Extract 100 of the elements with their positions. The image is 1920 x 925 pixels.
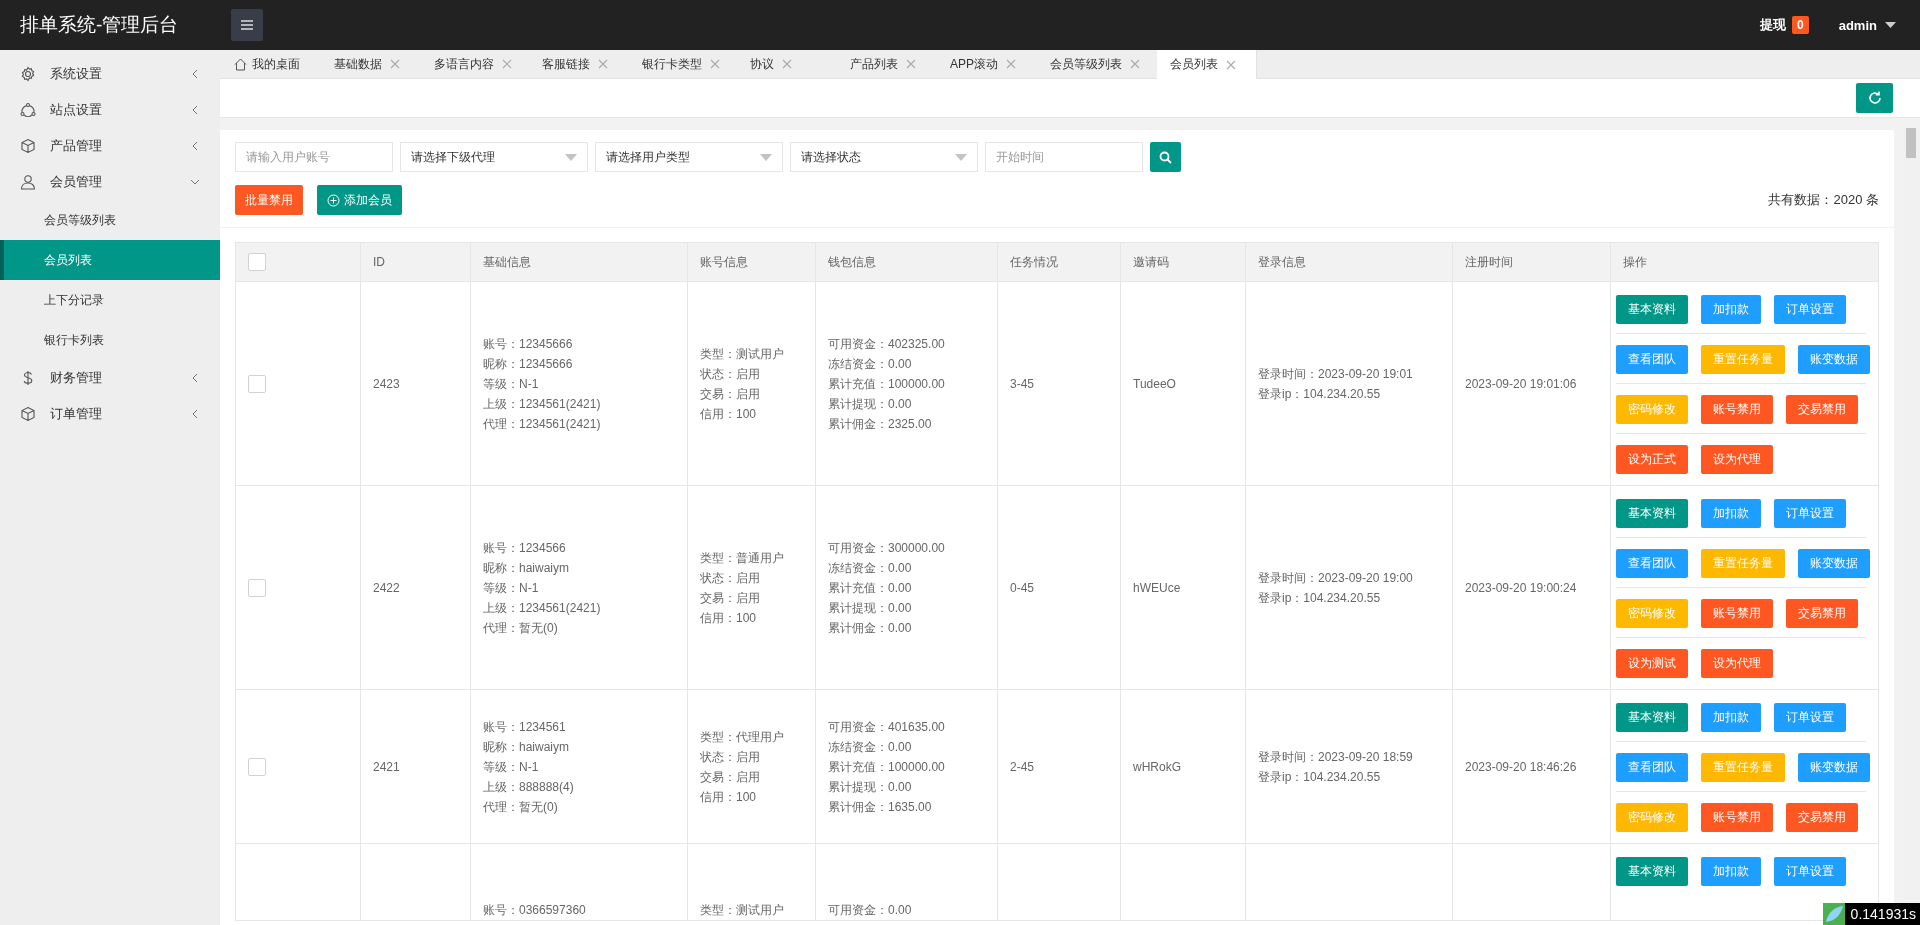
close-icon[interactable] [598,59,608,69]
action-button[interactable]: 账变数据 [1798,344,1870,374]
tab[interactable]: 协议 [737,50,837,78]
info-line: 累计佣金：1635.00 [828,798,933,816]
action-button[interactable]: 查看团队 [1616,344,1688,374]
action-button[interactable]: 账号禁用 [1701,598,1773,628]
action-button[interactable]: 设为代理 [1701,444,1773,474]
sidebar-subitem[interactable]: 银行卡列表 [0,320,220,360]
box-icon [20,406,36,422]
batch-disable-button[interactable]: 批量禁用 [235,185,303,215]
refresh-button[interactable] [1856,83,1893,113]
action-button[interactable]: 查看团队 [1616,548,1688,578]
action-button[interactable]: 基本资料 [1616,498,1688,528]
action-button[interactable]: 订单设置 [1774,702,1846,732]
action-button[interactable]: 订单设置 [1774,856,1846,886]
close-icon[interactable] [390,59,400,69]
sidebar-subitem[interactable]: 上下分记录 [0,280,220,320]
info-line: 累计佣金：0.00 [828,619,913,637]
close-icon[interactable] [782,59,792,69]
tab[interactable]: 客服链接 [529,50,629,78]
caret-icon [565,153,577,161]
withdraw-count-badge: 0 [1792,16,1809,34]
action-button[interactable]: 查看团队 [1616,752,1688,782]
column-header: 注册时间 [1452,242,1611,282]
action-button[interactable]: 设为测试 [1616,648,1688,678]
sidebar-item[interactable]: 订单管理 [0,396,220,432]
select-field[interactable]: 请选择用户类型 [595,142,783,172]
info-line: 类型：普通用户 [700,549,785,567]
action-button[interactable]: 密码修改 [1616,598,1688,628]
close-icon[interactable] [1130,59,1140,69]
tab[interactable]: 银行卡类型 [629,50,737,78]
withdraw-link[interactable]: 提现 [1760,16,1786,34]
info-line: 累计提现：0.00 [828,395,913,413]
action-button[interactable]: 交易禁用 [1786,598,1858,628]
info-line: 冻结资金：0.00 [828,559,913,577]
action-button[interactable]: 密码修改 [1616,394,1688,424]
action-button[interactable]: 订单设置 [1774,498,1846,528]
tab[interactable]: 基础数据 [321,50,421,78]
close-icon[interactable] [710,59,720,69]
tab[interactable]: 多语言内容 [421,50,529,78]
action-button[interactable]: 基本资料 [1616,294,1688,324]
action-button[interactable]: 加扣款 [1701,498,1761,528]
action-button[interactable]: 设为正式 [1616,444,1688,474]
action-button[interactable]: 重置任务量 [1701,548,1785,578]
action-button[interactable]: 加扣款 [1701,294,1761,324]
info-line: 上级：888888(4) [483,778,575,796]
tab-label: APP滚动 [950,55,998,73]
sidebar-subitem[interactable]: 会员列表 [0,240,220,280]
action-button[interactable]: 账号禁用 [1701,394,1773,424]
total-count: 共有数据：2020 条 [1768,191,1879,209]
checkbox[interactable] [248,757,266,776]
checkbox[interactable] [248,578,266,597]
action-button[interactable]: 账变数据 [1798,752,1870,782]
sidebar-item[interactable]: 财务管理 [0,360,220,396]
action-button[interactable]: 账号禁用 [1701,802,1773,832]
sidebar-subitem[interactable]: 会员等级列表 [0,200,220,240]
action-button[interactable]: 基本资料 [1616,702,1688,732]
action-button[interactable]: 基本资料 [1616,856,1688,886]
close-icon[interactable] [906,59,916,69]
checkbox[interactable] [248,374,266,393]
info-line: 账号：1234561 [483,718,567,736]
action-button[interactable]: 重置任务量 [1701,344,1785,374]
sidebar-item[interactable]: 产品管理 [0,128,220,164]
close-icon[interactable] [1006,59,1016,69]
action-button[interactable]: 加扣款 [1701,856,1761,886]
checkbox[interactable] [248,253,266,271]
chevron-left-icon [190,69,200,79]
close-icon[interactable] [1226,59,1236,70]
tab[interactable]: 产品列表 [837,50,937,78]
tab[interactable]: 我的桌面 [220,50,321,78]
menu-button[interactable] [231,9,263,41]
close-icon[interactable] [502,59,512,69]
info-line: 昵称：12345666 [483,355,574,373]
info-line: 可用资金：402325.00 [828,335,946,353]
action-button[interactable]: 密码修改 [1616,802,1688,832]
action-button[interactable]: 重置任务量 [1701,752,1785,782]
add-member-button[interactable]: 添加会员 [317,185,402,215]
action-button[interactable]: 交易禁用 [1786,394,1858,424]
info-line: 登录时间：2023-09-20 19:00 [1258,569,1414,587]
tab[interactable]: APP滚动 [937,50,1037,78]
action-button[interactable]: 账变数据 [1798,548,1870,578]
action-button[interactable]: 设为代理 [1701,648,1773,678]
search-button[interactable] [1150,142,1181,172]
action-button[interactable]: 交易禁用 [1786,802,1858,832]
action-button[interactable]: 订单设置 [1774,294,1846,324]
info-line: 等级：N-1 [483,579,540,597]
info-line: 交易：启用 [700,385,761,403]
select-field[interactable]: 请选择状态 [790,142,978,172]
date-input[interactable]: 开始时间 [985,142,1143,172]
sidebar-item[interactable]: 站点设置 [0,92,220,128]
account-input[interactable]: 请输入用户账号 [235,142,393,172]
sidebar-item[interactable]: 系统设置 [0,56,220,92]
sidebar-item[interactable]: 会员管理 [0,164,220,200]
column-header: 登录信息 [1245,242,1453,282]
tab[interactable]: 会员列表 [1157,50,1257,79]
action-button[interactable]: 加扣款 [1701,702,1761,732]
info-line: 类型：测试用户 [700,902,785,919]
select-field[interactable]: 请选择下级代理 [400,142,588,172]
user-menu[interactable]: admin [1838,17,1877,33]
tab[interactable]: 会员等级列表 [1037,50,1157,78]
